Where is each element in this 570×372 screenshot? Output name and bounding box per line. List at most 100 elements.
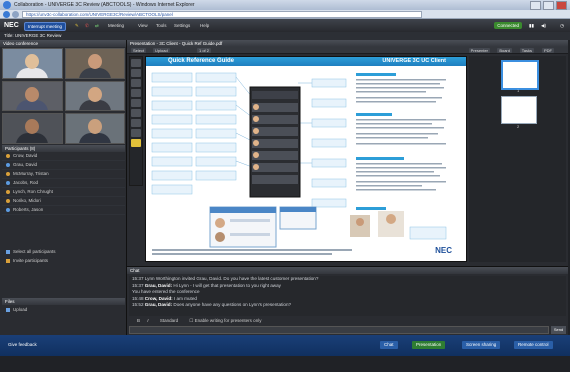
participant-torso	[78, 132, 111, 143]
edit-icon[interactable]: ✎	[75, 23, 79, 29]
upload-doc-button[interactable]: Upload	[153, 48, 170, 53]
close-button[interactable]	[556, 1, 567, 10]
menu-help[interactable]: Help	[200, 23, 209, 28]
maximize-button[interactable]	[543, 1, 554, 10]
participant-torso	[78, 67, 111, 78]
send-button[interactable]: Send	[551, 326, 566, 334]
back-icon[interactable]	[3, 11, 10, 18]
presenter-button[interactable]: Presenter	[468, 48, 490, 53]
select-all-label: Select all participants	[13, 249, 56, 254]
page-indicator[interactable]: 1 of 2	[197, 48, 212, 53]
feedback-link[interactable]: Give feedback	[4, 341, 41, 349]
tasks-button[interactable]: Tasks	[519, 48, 534, 53]
participant-row[interactable]: Roberts, Jason	[2, 206, 125, 215]
participant-row[interactable]: McMurray, Tristan	[2, 170, 125, 179]
chat-time: 15:52	[132, 302, 144, 307]
files-header: Files	[2, 298, 125, 305]
annotation-tools	[129, 56, 143, 186]
share-icon[interactable]: ⇄	[95, 23, 99, 29]
minimize-button[interactable]	[530, 1, 541, 10]
pen-icon[interactable]	[131, 69, 141, 77]
clock-icon: ◷	[560, 23, 564, 28]
thumbnail-1[interactable]	[501, 60, 539, 90]
participant-name: Jacobs, Rod	[13, 180, 39, 185]
participant-name: Grau, David	[13, 162, 38, 167]
participant-status-icon	[6, 172, 10, 176]
color-icon[interactable]	[131, 139, 141, 147]
slide-brand: NEC	[435, 246, 452, 255]
participant-row[interactable]: Noriko, Midori	[2, 197, 125, 206]
address-bar: https://unv3c-collaboration.com/UNIVERGE…	[0, 10, 570, 19]
chat-text: Hi Lynn - I will get that presentation t…	[173, 282, 281, 288]
video-tile[interactable]	[2, 113, 63, 144]
ellipse-icon[interactable]	[131, 99, 141, 107]
chat-toggle[interactable]: Chat	[380, 341, 398, 349]
participant-torso	[16, 67, 49, 78]
speaker-icon[interactable]: ◀)	[541, 23, 546, 29]
chat-message: 15:52 Grau, David: Does anyone have any …	[129, 302, 566, 309]
video-tile[interactable]	[64, 113, 125, 144]
participant-row[interactable]: Jacobs, Rod	[2, 179, 125, 188]
video-tile[interactable]	[64, 80, 125, 112]
video-grid	[2, 48, 125, 144]
enable-writing-checkbox[interactable]: ☐	[189, 318, 193, 323]
window-titlebar: Collaboration - UNIVERGE 3C Review (ABCT…	[0, 0, 570, 10]
board-button[interactable]: Board	[497, 48, 512, 53]
format-select[interactable]: Standard	[160, 318, 178, 323]
chat-sender: Crow, David:	[144, 295, 173, 301]
menu-tools[interactable]: Tools	[156, 23, 167, 28]
menu-meeting[interactable]: Meeting	[108, 23, 124, 28]
presentation-header: Presentation - 3C Client - Quick Ref Gui…	[127, 40, 568, 47]
session-title: Title: UNIVERGE 3C Review	[0, 32, 570, 40]
participant-row[interactable]: Grau, David	[2, 161, 125, 170]
forward-icon[interactable]	[12, 11, 19, 18]
chat-text: I am muted	[173, 295, 197, 301]
enable-writing-label: Enable writing for presenters only	[194, 318, 262, 323]
participant-name: Noriko, Midori	[13, 198, 41, 203]
upload-button[interactable]: Upload	[2, 305, 125, 314]
thumbnail-2[interactable]	[501, 96, 537, 124]
upload-label: Upload	[13, 307, 28, 312]
pdf-button[interactable]: PDF	[542, 48, 554, 53]
checkbox-icon	[6, 249, 10, 254]
video-tile[interactable]	[2, 48, 63, 79]
eraser-icon[interactable]	[131, 119, 141, 127]
app-toolbar: NEC Interrupt meeting ✎ ✆ ⇄ Meeting View…	[0, 19, 570, 32]
url-field[interactable]: https://unv3c-collaboration.com/UNIVERGE…	[22, 11, 422, 18]
participant-status-icon	[6, 190, 10, 194]
menu-settings[interactable]: Settings	[174, 23, 190, 28]
select-tool-button[interactable]: Select	[131, 48, 147, 53]
video-tile[interactable]	[2, 80, 63, 112]
video-tile[interactable]	[64, 48, 125, 79]
participant-row[interactable]: Crow, David	[2, 152, 125, 161]
select-all-participants[interactable]: Select all participants	[2, 247, 125, 256]
window-title: Collaboration - UNIVERGE 3C Review (ABCT…	[14, 2, 195, 8]
chat-options: B I Standard ☐ Enable writing for presen…	[129, 317, 566, 325]
participant-status-icon	[6, 181, 10, 185]
bold-icon[interactable]: B	[137, 318, 140, 323]
participant-face	[25, 54, 40, 70]
participant-name: McMurray, Tristan	[13, 171, 49, 176]
participant-face	[87, 86, 102, 102]
hangup-icon[interactable]: ✆	[85, 23, 89, 29]
screen-sharing-toggle[interactable]: Screen sharing	[462, 341, 501, 349]
video-panel-header: Video conference	[0, 40, 126, 47]
invite-participants-button[interactable]: Invite participants	[2, 256, 125, 265]
chat-text: Does anyone have any questions on Lynn's…	[173, 302, 292, 307]
chat-text: You have entered the conference	[132, 289, 200, 294]
chat-input[interactable]	[129, 326, 549, 334]
line-icon[interactable]	[131, 79, 141, 87]
remote-control-toggle[interactable]: Remote control	[514, 341, 553, 349]
chat-time: 15:48	[132, 295, 144, 301]
interrupt-meeting-button[interactable]: Interrupt meeting	[24, 22, 67, 31]
presentation-toggle[interactable]: Presentation	[412, 341, 446, 349]
pointer-icon[interactable]	[131, 59, 141, 67]
participant-row[interactable]: Lynch, Ron Chrught	[2, 188, 125, 197]
chat-time: 15:37	[132, 282, 144, 288]
highlighter-icon[interactable]	[131, 129, 141, 137]
italic-icon[interactable]: I	[147, 318, 148, 323]
participant-torso	[16, 100, 49, 111]
menu-view[interactable]: View	[138, 23, 148, 28]
rectangle-icon[interactable]	[131, 89, 141, 97]
text-icon[interactable]	[131, 109, 141, 117]
